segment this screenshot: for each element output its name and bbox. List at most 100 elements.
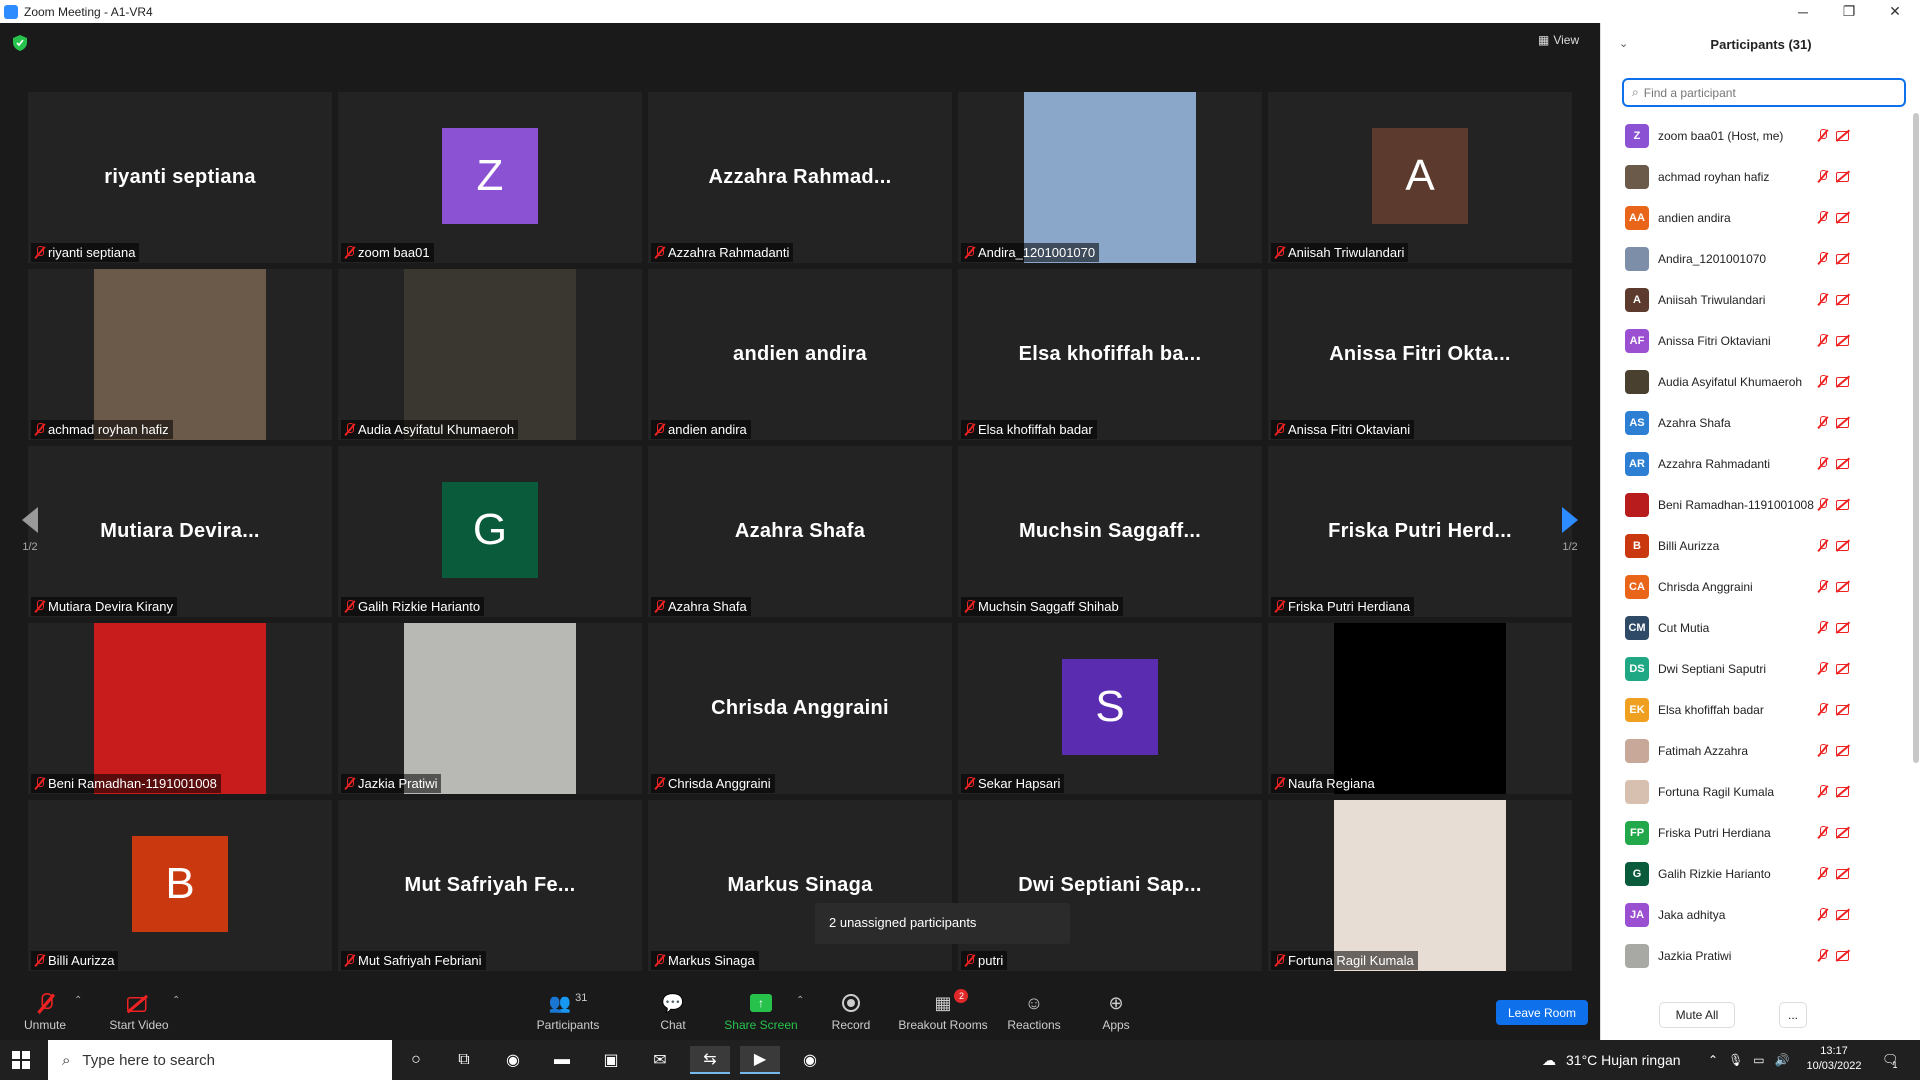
participant-row[interactable]: Andira_1201001070	[1601, 238, 1911, 279]
mic-muted-icon[interactable]	[1817, 908, 1828, 921]
maximize-button[interactable]: ❐	[1826, 0, 1872, 23]
mic-muted-icon[interactable]	[1817, 252, 1828, 265]
weather-widget[interactable]: ☁ 31°C Hujan ringan	[1542, 1040, 1681, 1080]
participant-row[interactable]: Zzoom baa01 (Host, me)	[1601, 115, 1911, 156]
participant-row[interactable]: EK Elsa khofiffah badar	[1601, 689, 1911, 730]
mic-muted-icon[interactable]	[1817, 949, 1828, 962]
video-tile[interactable]: achmad royhan hafiz	[28, 269, 332, 440]
camera-off-icon[interactable]	[1835, 785, 1853, 797]
unmute-button[interactable]: Unmute	[20, 983, 70, 1040]
minimize-button[interactable]: ─	[1780, 0, 1826, 23]
video-options-caret-icon[interactable]: ⌃	[172, 995, 180, 1006]
camera-off-icon[interactable]	[1835, 211, 1853, 223]
mic-muted-icon[interactable]	[1817, 375, 1828, 388]
video-tile[interactable]: Anissa Fitri Okta... Anissa Fitri Oktavia…	[1268, 269, 1572, 440]
camera-off-icon[interactable]	[1835, 908, 1853, 920]
network-icon[interactable]: ▭	[1753, 1053, 1764, 1067]
participant-row[interactable]: JA Jaka adhitya	[1601, 894, 1911, 935]
video-tile[interactable]: Mut Safriyah Fe... Mut Safriyah Febriani	[338, 800, 642, 971]
mic-muted-icon[interactable]	[1817, 621, 1828, 634]
camera-off-icon[interactable]	[1835, 375, 1853, 387]
chat-button[interactable]: 💬 Chat	[650, 983, 696, 1040]
share-options-caret-icon[interactable]: ⌃	[796, 995, 804, 1006]
participants-button[interactable]: 👥 31 Participants	[530, 983, 606, 1040]
video-tile[interactable]: Azahra Shafa Azahra Shafa	[648, 446, 952, 617]
close-button[interactable]: ✕	[1872, 0, 1918, 23]
volume-icon[interactable]: 🔊	[1775, 1053, 1790, 1067]
video-tile[interactable]: Andira_1201001070	[958, 92, 1262, 263]
breakout-rooms-button[interactable]: ▦ 2 Breakout Rooms	[896, 983, 990, 1040]
participant-row[interactable]: AA andien andira	[1601, 197, 1911, 238]
camera-off-icon[interactable]	[1835, 826, 1853, 838]
participant-row[interactable]: achmad royhan hafiz	[1601, 156, 1911, 197]
participant-row[interactable]: AF Anissa Fitri Oktaviani	[1601, 320, 1911, 361]
start-video-button[interactable]: Start Video	[104, 983, 174, 1040]
view-button[interactable]: ▦ View	[1538, 33, 1579, 47]
security-shield-icon[interactable]	[13, 35, 27, 51]
video-tile[interactable]: S Sekar Hapsari	[958, 623, 1262, 794]
video-tile[interactable]: Audia Asyifatul Khumaeroh	[338, 269, 642, 440]
camera-off-icon[interactable]	[1835, 457, 1853, 469]
video-tile[interactable]: G Galih Rizkie Harianto	[338, 446, 642, 617]
participant-list-scrollbar[interactable]	[1913, 113, 1919, 763]
mail-icon[interactable]: ✉	[640, 1046, 680, 1074]
microsoft-store-icon[interactable]: ▣	[591, 1046, 631, 1074]
camera-off-icon[interactable]	[1835, 662, 1853, 674]
camera-off-icon[interactable]	[1835, 744, 1853, 756]
chrome-icon[interactable]: ◉	[493, 1046, 533, 1074]
video-tile[interactable]: Fortuna Ragil Kumala	[1268, 800, 1572, 971]
mic-muted-icon[interactable]	[1817, 539, 1828, 552]
mic-muted-icon[interactable]	[1817, 334, 1828, 347]
participant-search-input[interactable]: ⌕ Find a participant	[1622, 78, 1906, 107]
mic-muted-icon[interactable]	[1817, 744, 1828, 757]
camera-off-icon[interactable]	[1835, 621, 1853, 633]
cortana-icon[interactable]: ○	[396, 1046, 436, 1074]
camera-off-icon[interactable]	[1835, 293, 1853, 305]
leave-room-button[interactable]: Leave Room	[1496, 1000, 1588, 1025]
windows-start-icon[interactable]	[12, 1051, 30, 1069]
video-tile[interactable]: Azzahra Rahmad... Azzahra Rahmadanti	[648, 92, 952, 263]
teamviewer-icon[interactable]: ⇆	[690, 1046, 730, 1074]
share-screen-button[interactable]: ↑ Share Screen	[722, 983, 800, 1040]
unassigned-participants-popup[interactable]: 2 unassigned participants	[815, 903, 1070, 944]
participant-row[interactable]: DS Dwi Septiani Saputri	[1601, 648, 1911, 689]
mic-muted-icon[interactable]	[1817, 662, 1828, 675]
mic-muted-icon[interactable]	[1817, 416, 1828, 429]
mic-muted-icon[interactable]	[1817, 457, 1828, 470]
reactions-button[interactable]: ☺ Reactions	[1006, 983, 1062, 1040]
video-tile[interactable]: Markus Sinaga Markus Sinaga	[648, 800, 952, 971]
camera-off-icon[interactable]	[1835, 416, 1853, 428]
participant-row[interactable]: Beni Ramadhan-1191001008	[1601, 484, 1911, 525]
camera-off-icon[interactable]	[1835, 252, 1853, 264]
record-button[interactable]: Record	[826, 983, 876, 1040]
participant-row[interactable]: A Aniisah Triwulandari	[1601, 279, 1911, 320]
video-tile[interactable]: Naufa Regiana	[1268, 623, 1572, 794]
camera-off-icon[interactable]	[1835, 703, 1853, 715]
mic-muted-icon[interactable]	[1817, 785, 1828, 798]
prev-page-button[interactable]: 1/2	[0, 480, 60, 580]
audio-options-caret-icon[interactable]: ⌃	[74, 995, 82, 1006]
mic-muted-icon[interactable]	[1817, 129, 1828, 142]
participant-row[interactable]: CA Chrisda Anggraini	[1601, 566, 1911, 607]
mic-muted-icon[interactable]	[1817, 170, 1828, 183]
mic-muted-icon[interactable]	[1817, 211, 1828, 224]
video-tile[interactable]: riyanti septiana riyanti septiana	[28, 92, 332, 263]
camera-off-icon[interactable]	[1835, 867, 1853, 879]
camera-off-icon[interactable]	[1835, 498, 1853, 510]
video-tile[interactable]: B Billi Aurizza	[28, 800, 332, 971]
file-explorer-icon[interactable]: ▬	[542, 1046, 582, 1074]
taskbar-search-box[interactable]: ⌕ Type here to search	[48, 1040, 392, 1080]
video-tile[interactable]: Dwi Septiani Sap... putri	[958, 800, 1262, 971]
task-view-icon[interactable]: ⧉	[444, 1046, 484, 1074]
participant-row[interactable]: G Galih Rizkie Harianto	[1601, 853, 1911, 894]
taskbar-clock[interactable]: 13:17 10/03/2022	[1803, 1044, 1865, 1074]
camera-off-icon[interactable]	[1835, 539, 1853, 551]
mic-muted-icon[interactable]	[1817, 867, 1828, 880]
video-tile[interactable]: andien andira andien andira	[648, 269, 952, 440]
video-tile[interactable]: A Aniisah Triwulandari	[1268, 92, 1572, 263]
video-tile[interactable]: Beni Ramadhan-1191001008	[28, 623, 332, 794]
participant-row[interactable]: AS Azahra Shafa	[1601, 402, 1911, 443]
participant-row[interactable]: AR Azzahra Rahmadanti	[1601, 443, 1911, 484]
camera-off-icon[interactable]	[1835, 334, 1853, 346]
chevron-up-icon[interactable]: ⌃	[1708, 1053, 1718, 1067]
